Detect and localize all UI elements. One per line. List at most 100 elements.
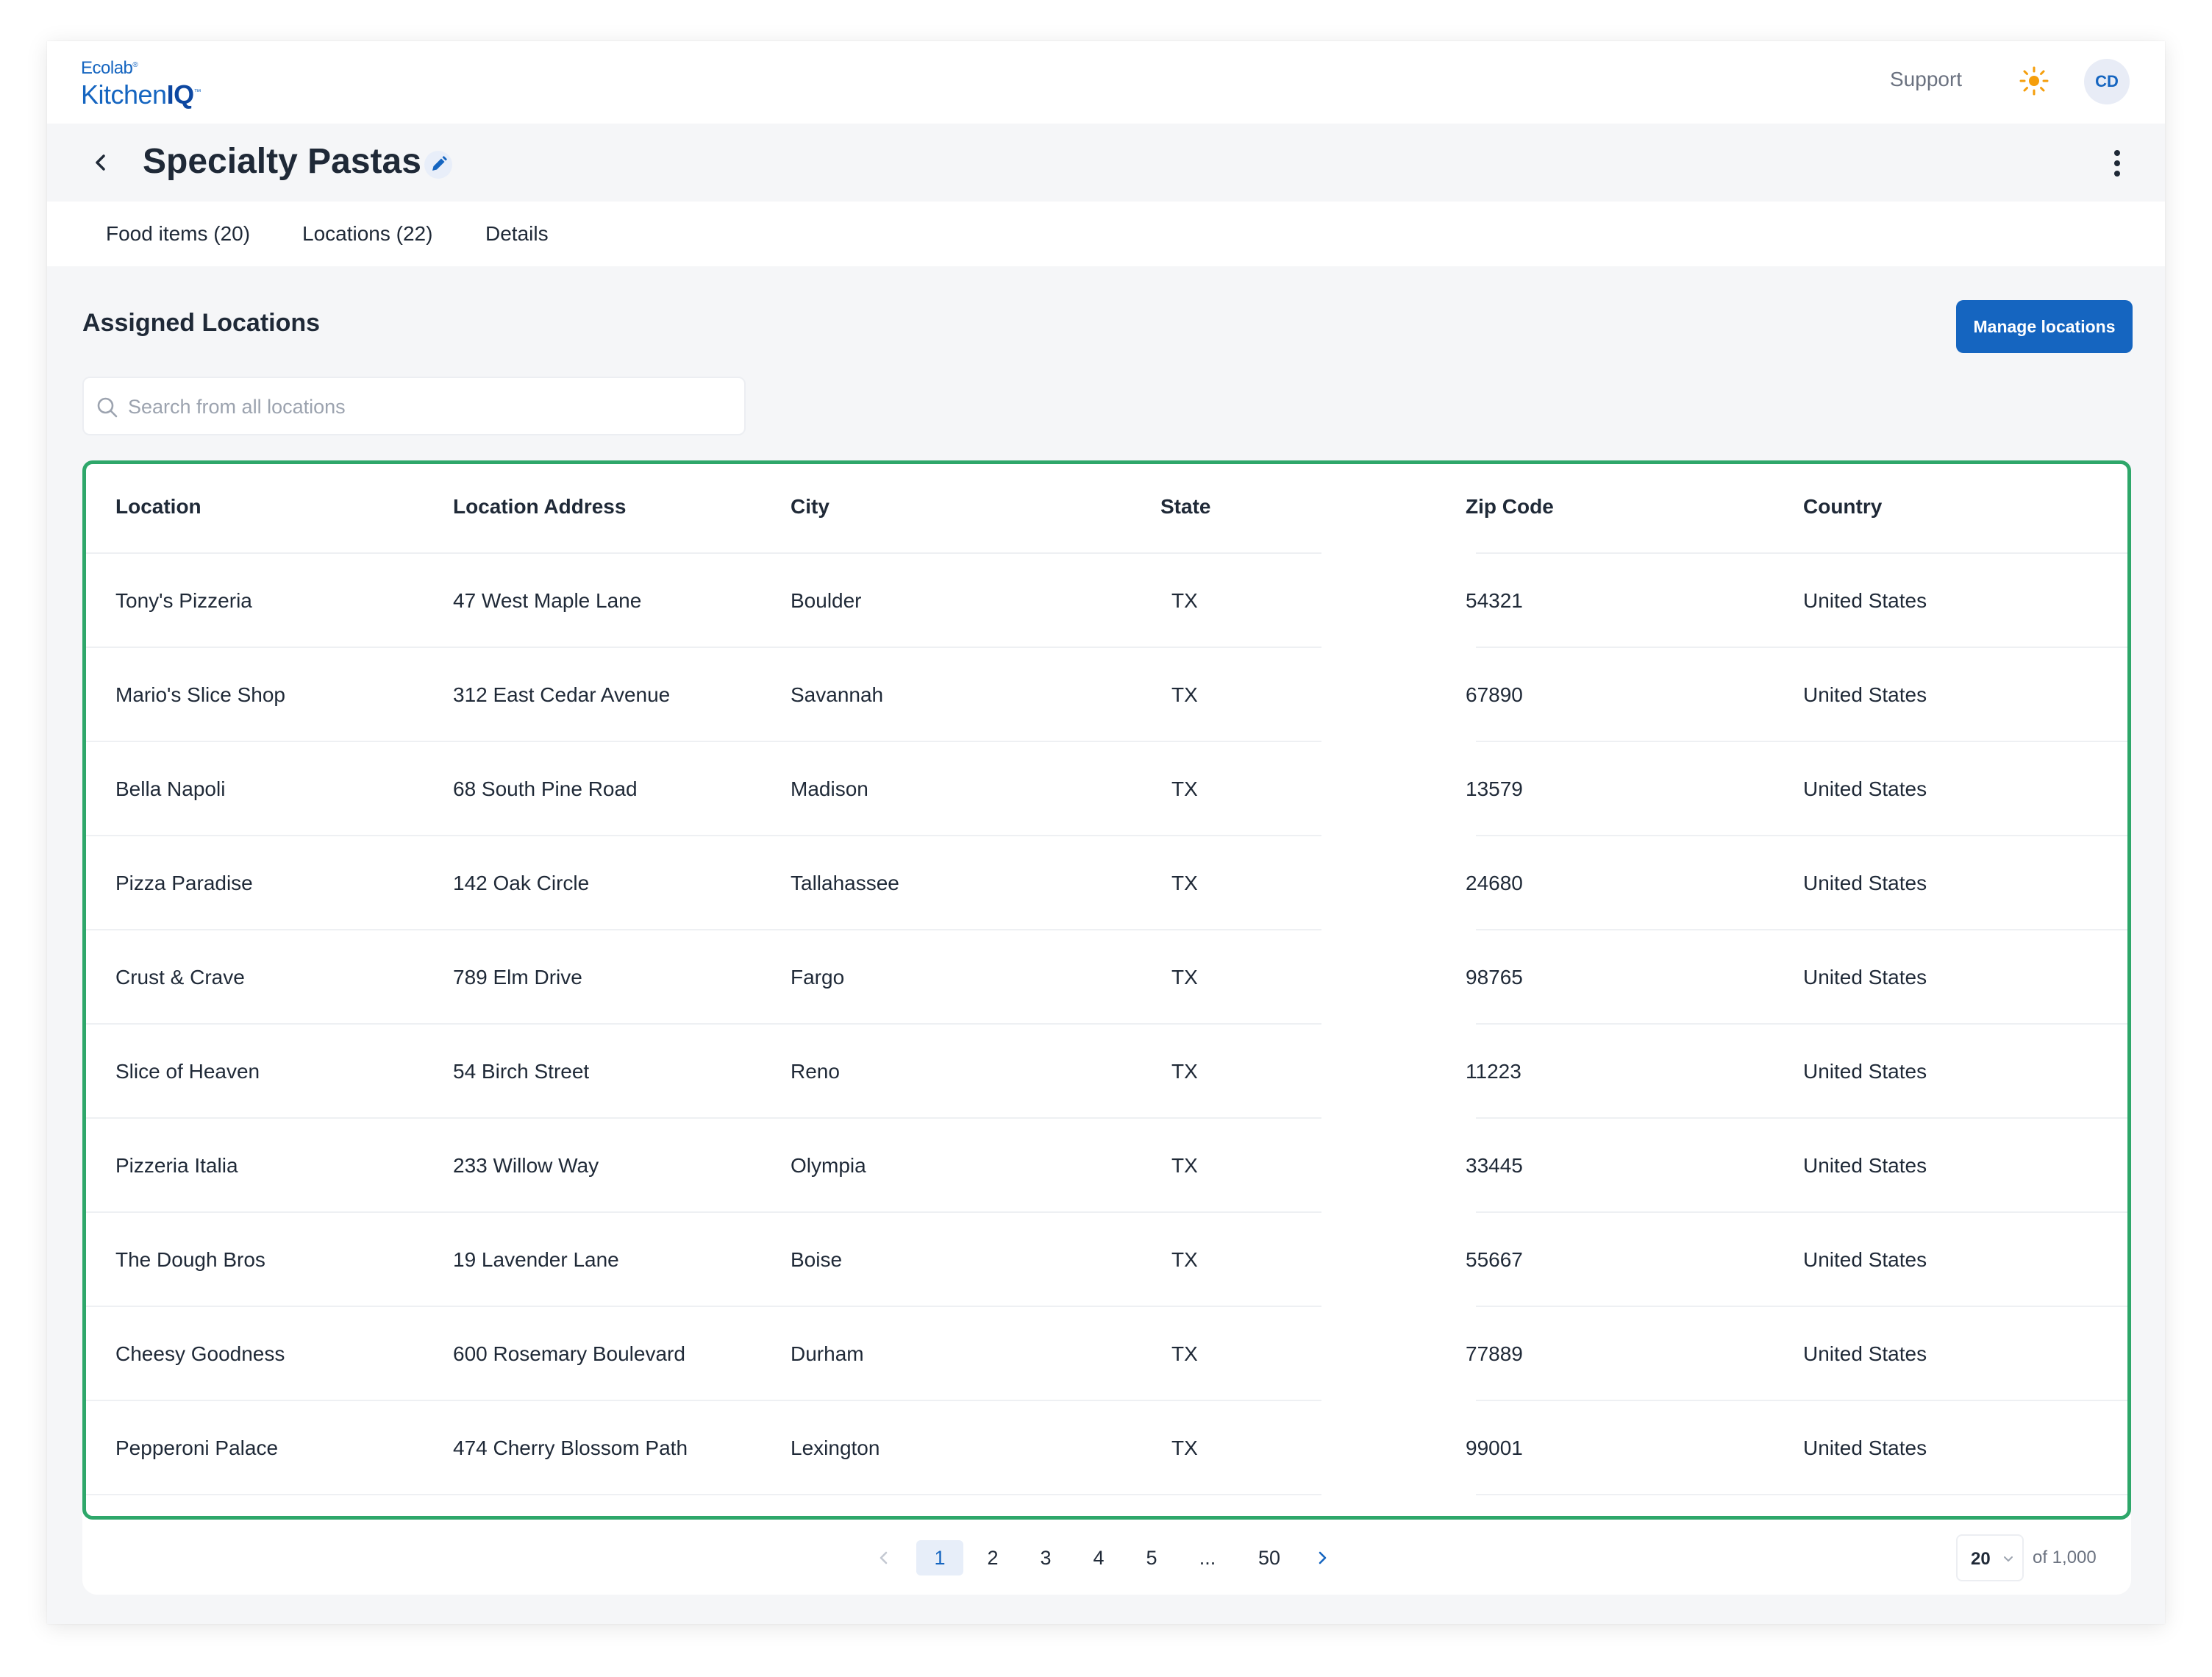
search-input[interactable] <box>128 384 731 430</box>
cell-country: United States <box>1803 589 1927 612</box>
cell-address: 233 Willow Way <box>453 1154 599 1177</box>
page-button-50[interactable]: 50 <box>1252 1540 1287 1575</box>
table-row[interactable]: Bella Napoli 68 South Pine Road Madison … <box>86 742 2127 836</box>
chevron-left-icon[interactable] <box>874 1548 894 1568</box>
cell-city: Madison <box>791 777 868 800</box>
cell-location: Bella Napoli <box>115 777 226 800</box>
title-bar: Specialty Pastas <box>47 124 2165 202</box>
cell-address: 19 Lavender Lane <box>453 1248 619 1271</box>
brand-registered-mark: ® <box>132 61 138 69</box>
cell-state: TX <box>1171 683 1198 706</box>
cell-country: United States <box>1803 1154 1927 1177</box>
cell-state: TX <box>1171 1436 1198 1459</box>
column-header-address[interactable]: Location Address <box>453 495 626 519</box>
cell-city: Boise <box>791 1248 843 1271</box>
cell-zip: 98765 <box>1466 966 1523 989</box>
tab-food-items[interactable]: Food items (20) <box>106 221 250 247</box>
page-button-4[interactable]: 4 <box>1081 1540 1116 1575</box>
total-count: of 1,000 <box>2033 1548 2097 1567</box>
cell-address: 789 Elm Drive <box>453 966 582 989</box>
cell-country: United States <box>1803 1342 1927 1365</box>
cell-zip: 13579 <box>1466 777 1523 800</box>
table-row[interactable]: Mario's Slice Shop 312 East Cedar Avenue… <box>86 648 2127 742</box>
per-page-value: 20 <box>1971 1549 1991 1569</box>
search-icon <box>97 397 118 418</box>
cell-address: 312 East Cedar Avenue <box>453 683 671 706</box>
cell-country: United States <box>1803 1060 1927 1083</box>
cell-zip: 11223 <box>1466 1060 1521 1083</box>
pencil-icon[interactable] <box>424 150 453 179</box>
cell-location: Pizzeria Italia <box>115 1154 238 1177</box>
cell-state: TX <box>1171 1154 1198 1177</box>
cell-address: 47 West Maple Lane <box>453 589 642 612</box>
cell-address: 600 Rosemary Boulevard <box>453 1342 685 1365</box>
top-bar: Ecolab® KitchenIQ™ Support CD <box>47 41 2165 124</box>
table-row[interactable]: Pizzeria Italia 233 Willow Way Olympia T… <box>86 1119 2127 1213</box>
cell-location: Mario's Slice Shop <box>115 683 285 706</box>
chevron-left-icon[interactable] <box>88 150 113 175</box>
cell-location: Slice of Heaven <box>115 1060 260 1083</box>
column-header-state[interactable]: State <box>1160 495 1210 519</box>
page-title: Specialty Pastas <box>143 142 421 181</box>
chevron-down-icon <box>2004 1556 2013 1562</box>
column-header-zip[interactable]: Zip Code <box>1466 495 1554 519</box>
brand-line2-bold: IQ <box>166 79 195 110</box>
brand-logo[interactable]: Ecolab® KitchenIQ™ <box>81 56 201 110</box>
cell-city: Savannah <box>791 683 884 706</box>
cell-address: 54 Birch Street <box>453 1060 590 1083</box>
column-header-country[interactable]: Country <box>1803 495 1882 519</box>
brand-line2-prefix: Kitchen <box>81 79 167 110</box>
tab-bar: Food items (20) Locations (22) Details <box>47 202 2165 266</box>
cell-zip: 67890 <box>1466 683 1523 706</box>
tab-locations[interactable]: Locations (22) <box>302 221 432 247</box>
support-link[interactable]: Support <box>1890 68 1962 91</box>
cell-state: TX <box>1171 777 1198 800</box>
pagination: 1 2 3 4 5 ... 50 20 of 1,000 <box>47 1534 2165 1586</box>
cell-state: TX <box>1171 589 1198 612</box>
cell-zip: 24680 <box>1466 872 1523 894</box>
cell-zip: 54321 <box>1466 589 1523 612</box>
cell-country: United States <box>1803 872 1927 894</box>
page-button-3[interactable]: 3 <box>1028 1540 1063 1575</box>
table-row[interactable]: Pizza Paradise 142 Oak Circle Tallahasse… <box>86 836 2127 930</box>
tab-details[interactable]: Details <box>485 221 549 247</box>
cell-location: Tony's Pizzeria <box>115 589 252 612</box>
manage-locations-button[interactable]: Manage locations <box>1956 300 2133 353</box>
sun-icon[interactable] <box>2019 66 2049 96</box>
table-row[interactable]: The Dough Bros 19 Lavender Lane Boise TX… <box>86 1213 2127 1307</box>
page-button-2[interactable]: 2 <box>975 1540 1010 1575</box>
cell-city: Olympia <box>791 1154 866 1177</box>
locations-table: Location Location Address City State Zip… <box>82 460 2131 1520</box>
cell-city: Lexington <box>791 1436 880 1459</box>
table-header: Location Location Address City State Zip… <box>86 464 2127 554</box>
cell-location: Cheesy Goodness <box>115 1342 285 1365</box>
table-row[interactable]: Crust & Crave 789 Elm Drive Fargo TX 987… <box>86 930 2127 1025</box>
page-button-1[interactable]: 1 <box>916 1540 963 1575</box>
cell-city: Durham <box>791 1342 864 1365</box>
cell-zip: 77889 <box>1466 1342 1523 1365</box>
per-page-select[interactable]: 20 <box>1956 1534 2024 1581</box>
cell-city: Boulder <box>791 589 862 612</box>
cell-location: Pizza Paradise <box>115 872 253 894</box>
cell-zip: 33445 <box>1466 1154 1523 1177</box>
cell-city: Reno <box>791 1060 840 1083</box>
table-row[interactable]: Tony's Pizzeria 47 West Maple Lane Bould… <box>86 554 2127 648</box>
table-row[interactable]: Slice of Heaven 54 Birch Street Reno TX … <box>86 1025 2127 1119</box>
user-avatar[interactable]: CD <box>2084 59 2130 104</box>
cell-state: TX <box>1171 1342 1198 1365</box>
column-header-location[interactable]: Location <box>115 495 201 519</box>
cell-city: Tallahassee <box>791 872 899 894</box>
table-row[interactable]: Pepperoni Palace 474 Cherry Blossom Path… <box>86 1401 2127 1495</box>
cell-location: The Dough Bros <box>115 1248 265 1271</box>
cell-state: TX <box>1171 872 1198 894</box>
cell-country: United States <box>1803 1248 1927 1271</box>
page-button-5[interactable]: 5 <box>1134 1540 1169 1575</box>
column-header-city[interactable]: City <box>791 495 830 519</box>
section-title: Assigned Locations <box>82 309 321 337</box>
cell-address: 474 Cherry Blossom Path <box>453 1436 688 1459</box>
vertical-dots-icon[interactable] <box>2106 147 2128 179</box>
table-row[interactable]: Cheesy Goodness 600 Rosemary Boulevard D… <box>86 1307 2127 1401</box>
cell-city: Fargo <box>791 966 845 989</box>
chevron-right-icon[interactable] <box>1312 1548 1332 1568</box>
app-window: Ecolab® KitchenIQ™ Support CD Specialty … <box>47 41 2165 1624</box>
